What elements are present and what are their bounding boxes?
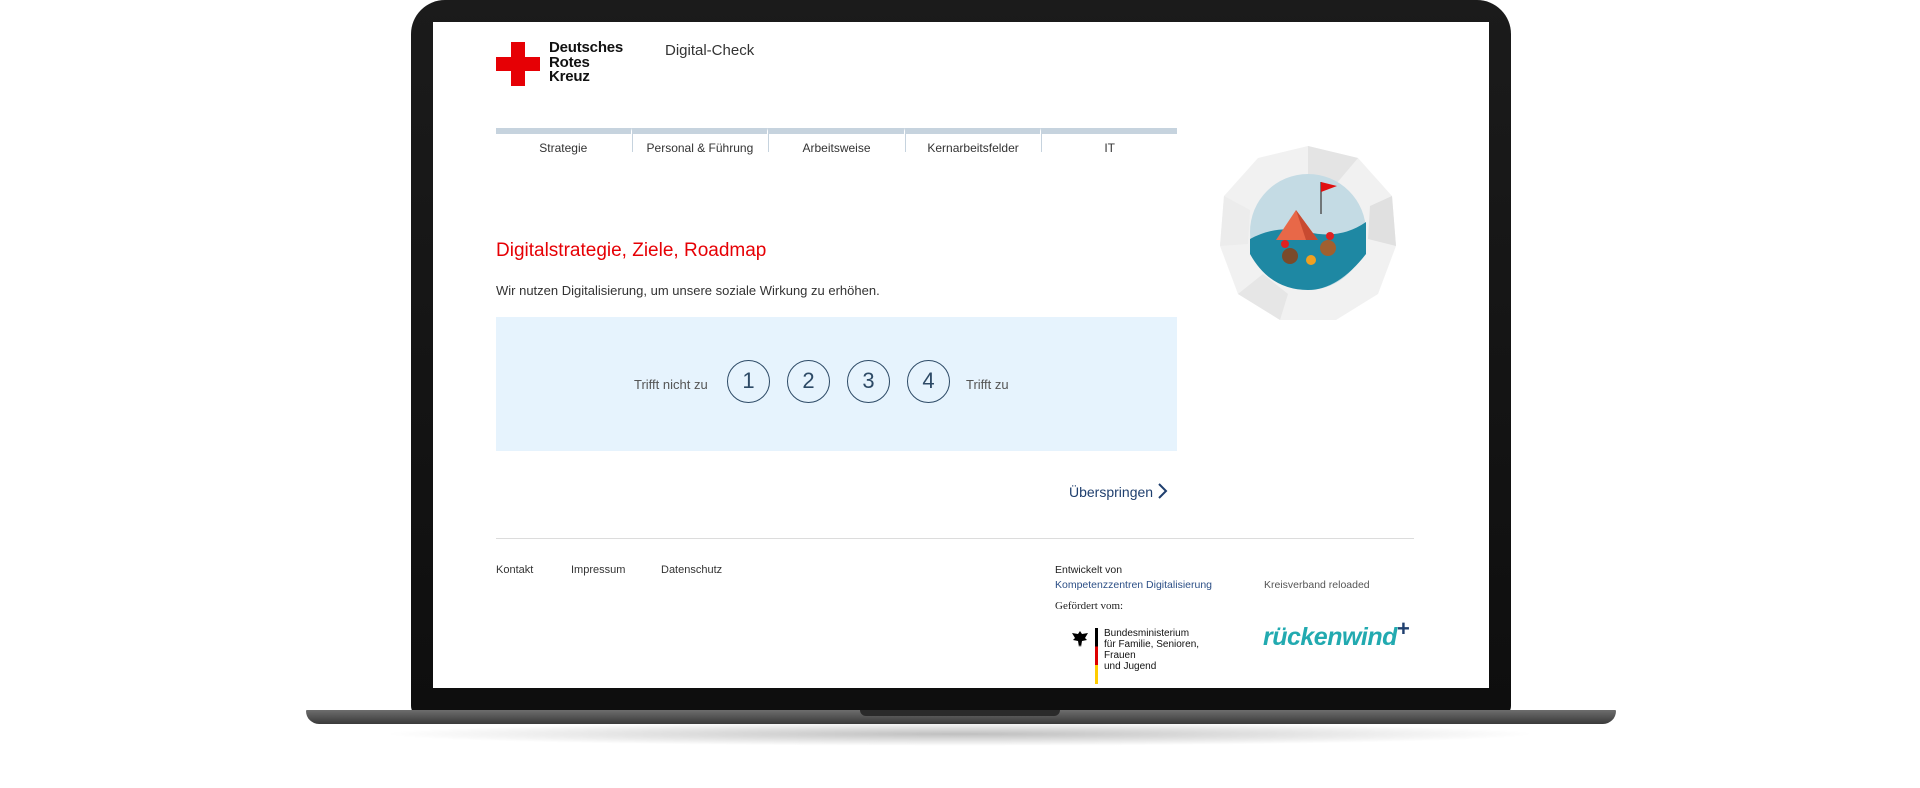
category-tabs: Strategie Personal & Führung Arbeitsweis… [496,128,1177,155]
footer-link-impressum[interactable]: Impressum [571,564,625,576]
tab-it[interactable]: IT [1040,128,1177,155]
ministry-line: und Jugend [1104,661,1157,672]
footer-divider [496,538,1414,539]
chevron-right-icon[interactable] [1157,482,1169,505]
footer-link-datenschutz[interactable]: Datenschutz [661,564,722,576]
drk-logo[interactable]: Deutsches Rotes Kreuz [496,40,646,92]
tab-arbeitsweise[interactable]: Arbeitsweise [767,128,904,155]
tab-strategie[interactable]: Strategie [496,128,631,155]
footer-link-kontakt[interactable]: Kontakt [496,564,533,576]
developed-by-link[interactable]: Kompetenzzentren Digitalisierung [1055,579,1212,591]
logo-wordmark: Deutsches Rotes Kreuz [549,40,623,85]
skip-button[interactable]: Überspringen [1069,484,1153,500]
eagle-icon [1070,630,1090,648]
ministry-line: Bundesministerium [1104,628,1190,639]
tab-kernarbeitsfelder[interactable]: Kernarbeitsfelder [903,128,1041,155]
german-flag-icon [1095,628,1098,684]
ministry-line: für Familie, Senioren, Frauen [1104,639,1200,661]
laptop-shadow [380,722,1540,746]
answer-option-4[interactable]: 4 [907,360,950,403]
plus-icon: + [1397,616,1410,641]
answer-scale: Trifft nicht zu 1 2 3 4 Trifft zu [496,317,1177,451]
camp-illustration [1218,144,1398,324]
tab-personal-fuehrung[interactable]: Personal & Führung [630,128,768,155]
scale-low-label: Trifft nicht zu [634,377,708,392]
partner-link[interactable]: Kreisverband reloaded [1264,579,1370,591]
answer-option-1[interactable]: 1 [727,360,770,403]
logo-line: Kreuz [549,68,590,85]
answer-option-2[interactable]: 2 [787,360,830,403]
question-title: Digitalstrategie, Ziele, Roadmap [496,240,767,261]
answer-option-3[interactable]: 3 [847,360,890,403]
question-text: Wir nutzen Digitalisierung, um unsere so… [496,283,880,298]
app-title: Digital-Check [665,42,755,59]
red-cross-icon [496,42,540,86]
ministry-logo[interactable]: Bundesministerium für Familie, Senioren,… [1070,628,1220,684]
laptop-notch [860,710,1060,716]
ministry-name: Bundesministerium für Familie, Senioren,… [1104,628,1220,672]
rueckenwind-logo[interactable]: rückenwind [1263,623,1397,652]
screen: Deutsches Rotes Kreuz Digital-Check Stra… [433,22,1489,688]
scale-high-label: Trifft zu [966,377,1009,392]
developed-by-label: Entwickelt von [1055,564,1123,576]
funded-by-label: Gefördert vom: [1055,600,1124,612]
